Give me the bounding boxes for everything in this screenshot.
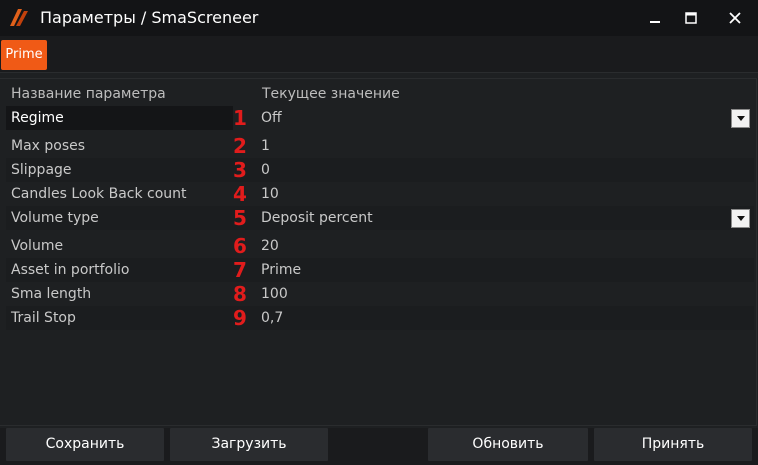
param-row-slippage[interactable]: Slippage 3 0 bbox=[6, 158, 754, 182]
param-value[interactable]: Deposit percent bbox=[261, 206, 373, 230]
accept-button[interactable]: Принять bbox=[594, 428, 752, 461]
app-logo-icon bbox=[10, 9, 28, 26]
annotation-number: 6 bbox=[233, 234, 247, 258]
param-name: Sma length bbox=[11, 286, 92, 302]
param-name: Asset in portfolio bbox=[11, 262, 130, 278]
param-name: Max poses bbox=[11, 138, 86, 154]
header-parameter-name: Название параметра bbox=[11, 86, 166, 102]
param-row-sma-length[interactable]: Sma length 8 100 bbox=[6, 282, 754, 306]
dropdown-arrow-icon bbox=[737, 216, 745, 221]
close-button[interactable] bbox=[712, 0, 758, 34]
param-value[interactable]: 20 bbox=[261, 234, 279, 258]
param-value[interactable]: 0,7 bbox=[261, 306, 283, 330]
tab-bar: Prime bbox=[0, 36, 758, 73]
maximize-icon bbox=[685, 11, 697, 24]
param-name: Volume type bbox=[11, 210, 99, 226]
parameters-grid: Название параметра Текущее значение Regi… bbox=[0, 78, 757, 426]
annotation-number: 2 bbox=[233, 134, 247, 158]
volume-type-dropdown-button[interactable] bbox=[731, 209, 750, 228]
minimize-icon bbox=[650, 20, 660, 23]
param-value[interactable]: 1 bbox=[261, 134, 270, 158]
footer-bar: Сохранить Загрузить Обновить Принять bbox=[0, 428, 758, 465]
annotation-number: 5 bbox=[233, 206, 247, 230]
window-title: Параметры / SmaScreneer bbox=[40, 8, 259, 27]
load-button[interactable]: Загрузить bbox=[170, 428, 328, 461]
maximize-button[interactable] bbox=[668, 0, 714, 34]
param-row-volume-type[interactable]: Volume type 5 Deposit percent bbox=[6, 206, 754, 230]
regime-dropdown-button[interactable] bbox=[731, 109, 750, 128]
annotation-number: 9 bbox=[233, 306, 247, 330]
param-value[interactable]: 100 bbox=[261, 282, 288, 306]
close-icon bbox=[729, 11, 741, 24]
param-row-max-poses[interactable]: Max poses 2 1 bbox=[6, 134, 754, 158]
param-value[interactable]: Off bbox=[261, 106, 282, 130]
param-value[interactable]: Prime bbox=[261, 258, 301, 282]
param-name: Trail Stop bbox=[11, 310, 76, 326]
param-value[interactable]: 10 bbox=[261, 182, 279, 206]
annotation-number: 1 bbox=[233, 106, 247, 130]
annotation-number: 7 bbox=[233, 258, 247, 282]
param-value[interactable]: 0 bbox=[261, 158, 270, 182]
tab-prime[interactable]: Prime bbox=[1, 40, 47, 70]
annotation-number: 3 bbox=[233, 158, 247, 182]
param-name: Volume bbox=[11, 238, 64, 254]
title-bar[interactable]: Параметры / SmaScreneer bbox=[0, 0, 758, 36]
param-name: Candles Look Back count bbox=[11, 186, 187, 202]
header-current-value: Текущее значение bbox=[262, 86, 400, 102]
annotation-number: 8 bbox=[233, 282, 247, 306]
save-button[interactable]: Сохранить bbox=[6, 428, 164, 461]
param-name: Slippage bbox=[11, 162, 72, 178]
annotation-number: 4 bbox=[233, 182, 247, 206]
dropdown-arrow-icon bbox=[737, 116, 745, 121]
param-row-volume[interactable]: Volume 6 20 bbox=[6, 234, 754, 258]
param-row-regime[interactable]: Regime 1 Off bbox=[6, 106, 754, 130]
param-row-candles-look-back-count[interactable]: Candles Look Back count 4 10 bbox=[6, 182, 754, 206]
param-row-trail-stop[interactable]: Trail Stop 9 0,7 bbox=[6, 306, 754, 330]
param-name: Regime bbox=[6, 106, 233, 130]
param-row-asset-in-portfolio[interactable]: Asset in portfolio 7 Prime bbox=[6, 258, 754, 282]
refresh-button[interactable]: Обновить bbox=[428, 428, 588, 461]
